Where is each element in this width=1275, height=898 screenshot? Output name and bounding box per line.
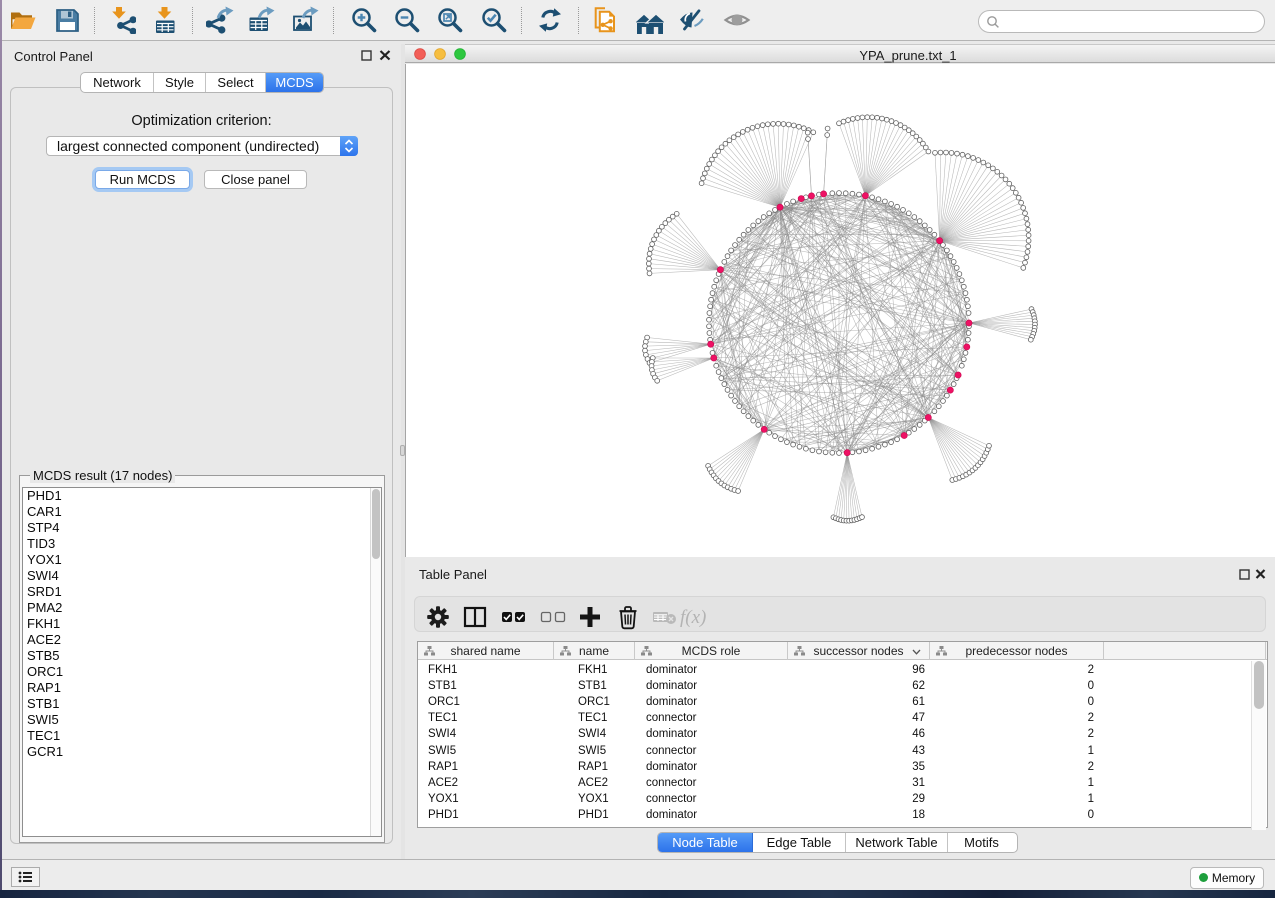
svg-text:f(x): f(x) <box>680 607 706 628</box>
